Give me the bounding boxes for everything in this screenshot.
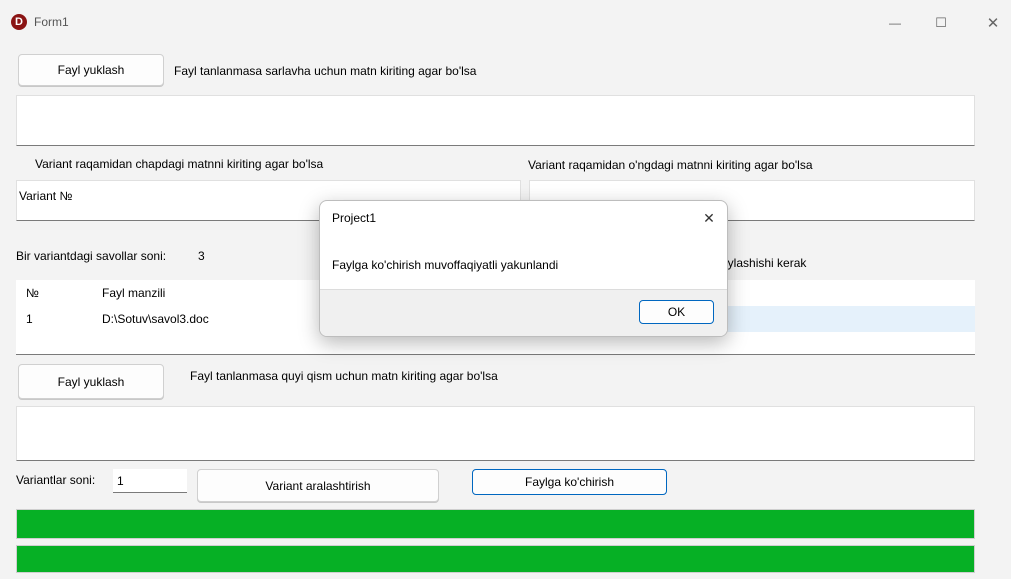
title-bar: D Form1 — ☐ ✕ — [0, 0, 1011, 40]
progress-bar-2 — [16, 545, 975, 573]
close-button[interactable]: ✕ — [978, 10, 1008, 36]
dialog-close-icon[interactable]: ✕ — [696, 205, 722, 231]
app-icon: D — [11, 14, 27, 30]
variant-left-value: Variant № — [19, 189, 73, 203]
header-load-button[interactable]: Fayl yuklash — [18, 54, 164, 86]
questions-right-label: oylashishi kerak — [721, 256, 807, 270]
dialog-message: Faylga ko'chirish muvoffaqiyatli yakunla… — [332, 258, 559, 272]
minimize-button[interactable]: — — [880, 10, 910, 36]
message-dialog: Project1 ✕ Faylga ko'chirish muvoffaqiya… — [319, 200, 728, 337]
variant-left-label: Variant raqamidan chapdagi matnni kiriti… — [35, 157, 324, 171]
footer-label: Fayl tanlanmasa quyi qism uchun matn kir… — [190, 369, 498, 383]
dialog-ok-button[interactable]: OK — [639, 300, 714, 324]
grid-cell-path: D:\Sotuv\savol3.doc — [102, 312, 209, 326]
footer-text-field[interactable] — [16, 406, 975, 461]
row-highlight — [716, 306, 975, 332]
progress-bar-1 — [16, 509, 975, 539]
footer-load-button[interactable]: Fayl yuklash — [18, 364, 164, 399]
questions-count-label: Bir variantdagi savollar soni: — [16, 249, 167, 263]
grid-cell-number: 1 — [26, 312, 33, 326]
header-label: Fayl tanlanmasa sarlavha uchun matn kiri… — [174, 64, 477, 78]
grid-header-number: № — [26, 286, 39, 300]
header-text-field[interactable] — [16, 95, 975, 146]
variants-count-label: Variantlar soni: — [16, 473, 96, 487]
maximize-button[interactable]: ☐ — [926, 10, 956, 36]
variants-count-value: 1 — [117, 474, 124, 488]
shuffle-variants-button[interactable]: Variant aralashtirish — [197, 469, 439, 502]
variant-right-label: Variant raqamidan o'ngdagi matnni kiriti… — [528, 158, 813, 172]
window-title: Form1 — [34, 15, 69, 29]
variants-count-input[interactable]: 1 — [113, 469, 187, 493]
dialog-footer: OK — [320, 289, 727, 336]
grid-header-path: Fayl manzili — [102, 286, 166, 300]
questions-count-value: 3 — [198, 249, 205, 263]
export-to-file-button[interactable]: Faylga ko'chirish — [472, 469, 667, 495]
dialog-title: Project1 — [332, 211, 377, 225]
